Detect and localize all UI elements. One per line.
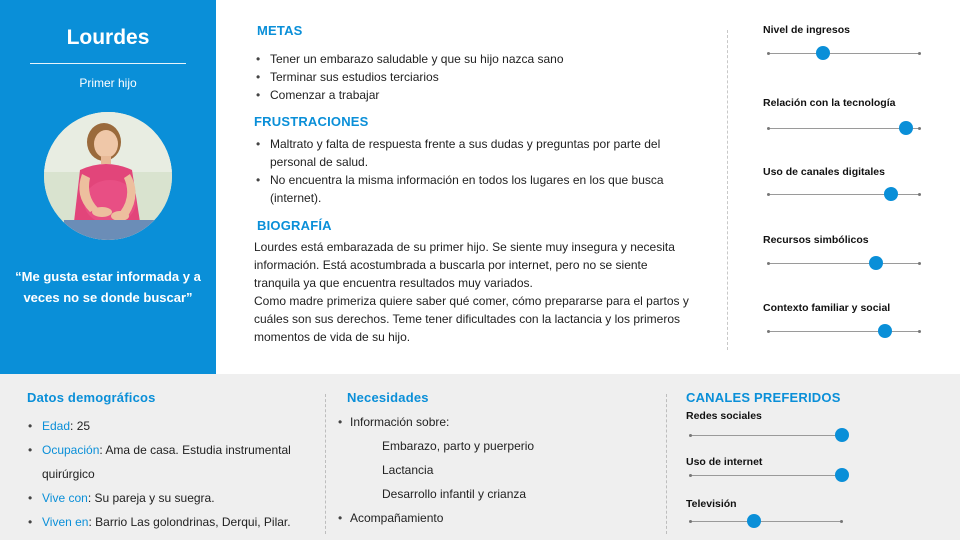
slider-label: Recursos simbólicos (763, 234, 869, 246)
list-item: Acompañamiento (338, 506, 638, 530)
necesidades-title: Necesidades (347, 390, 429, 405)
slider-knob[interactable] (746, 514, 761, 528)
slider-end-dot (918, 330, 921, 333)
persona-subtitle: Primer hijo (79, 76, 137, 90)
slider-knob[interactable] (868, 256, 883, 270)
slider-end-dot (767, 262, 770, 265)
demo-key: Edad (42, 419, 71, 433)
slider-knob[interactable] (899, 121, 914, 135)
slider-track (690, 475, 842, 476)
canales-title: CANALES PREFERIDOS (686, 390, 841, 405)
list-item: No encuentra la misma información en tod… (256, 171, 676, 207)
list-subitem: Embarazo, parto y puerperio (382, 439, 535, 453)
slider-end-dot (840, 520, 843, 523)
metas-list: Tener un embarazo saludable y que su hij… (256, 50, 696, 104)
demo-key: Vive con (42, 491, 88, 505)
persona-panel: Lourdes Primer hijo “Me gusta estar info… (0, 0, 216, 374)
persona-quote: “Me gusta estar informada y a veces no s… (15, 269, 201, 305)
slider-track (768, 263, 920, 264)
biografia-text: Lourdes está embarazada de su primer hij… (254, 238, 694, 346)
persona-name: Lourdes (66, 26, 150, 49)
slider-label: Relación con la tecnología (763, 97, 896, 109)
slider-label: Nivel de ingresos (763, 24, 850, 36)
list-subitem: Desarrollo infantil y crianza (382, 487, 527, 501)
demo-key: Ocupación (42, 443, 100, 457)
slider-label: Uso de canales digitales (763, 166, 885, 178)
frustraciones-title: FRUSTRACIONES (254, 114, 369, 129)
demograficos-title: Datos demográficos (27, 390, 156, 405)
metas-title: METAS (257, 23, 303, 38)
band-divider (325, 394, 326, 534)
slider-end-dot (918, 52, 921, 55)
list-item: Maltrato y falta de respuesta frente a s… (256, 135, 676, 171)
biografia-title: BIOGRAFÍA (257, 218, 332, 233)
demo-value: : Su pareja y su suegra. (87, 491, 215, 505)
slider-track (768, 53, 920, 54)
canal-label: Uso de internet (686, 456, 763, 468)
list-item: Información sobre: (338, 410, 638, 434)
biografia-paragraph: Como madre primeriza quiere saber qué co… (254, 294, 689, 344)
slider-end-dot (767, 127, 770, 130)
list-item: Tener un embarazo saludable y que su hij… (256, 50, 696, 68)
slider-end-dot (767, 330, 770, 333)
slider-end-dot (918, 127, 921, 130)
demo-key: Viven en (42, 515, 89, 529)
list-item: Terminar sus estudios terciarios (256, 68, 696, 86)
list-item: Viven en: Barrio Las golondrinas, Derqui… (28, 510, 318, 534)
column-divider (727, 30, 728, 350)
persona-divider (30, 63, 186, 64)
slider-track (690, 521, 842, 522)
frustraciones-list: Maltrato y falta de respuesta frente a s… (256, 135, 676, 207)
slider-knob[interactable] (878, 324, 893, 338)
list-item: Ocupación: Ama de casa. Estudia instrume… (28, 438, 318, 486)
list-item: Edad: 25 (28, 414, 318, 438)
pregnant-woman-illustration (44, 112, 172, 240)
slider-end-dot (767, 52, 770, 55)
band-divider (666, 394, 667, 534)
demo-value: : Barrio Las golondrinas, Derqui, Pilar. (88, 515, 291, 529)
necesidades-list: Información sobre: Embarazo, parto y pue… (338, 410, 638, 530)
slider-track (768, 128, 920, 129)
slider-knob[interactable] (884, 187, 899, 201)
list-item: Comenzar a trabajar (256, 86, 696, 104)
demograficos-list: Edad: 25 Ocupación: Ama de casa. Estudia… (28, 414, 318, 534)
canal-label: Redes sociales (686, 410, 762, 422)
canal-label: Televisión (686, 498, 737, 510)
list-subitem: Lactancia (382, 463, 434, 477)
slider-end-dot (767, 193, 770, 196)
slider-label: Contexto familiar y social (763, 302, 891, 314)
slider-end-dot (689, 434, 692, 437)
biografia-paragraph: Lourdes está embarazada de su primer hij… (254, 240, 675, 290)
list-item: Vive con: Su pareja y su suegra. (28, 486, 318, 510)
slider-knob[interactable] (815, 46, 830, 60)
slider-knob[interactable] (835, 428, 849, 442)
slider-end-dot (918, 262, 921, 265)
slider-end-dot (689, 520, 692, 523)
demo-value: : 25 (70, 419, 91, 433)
slider-track (768, 331, 920, 332)
slider-end-dot (689, 474, 692, 477)
persona-avatar (44, 112, 172, 240)
slider-knob[interactable] (835, 468, 849, 482)
slider-track (690, 435, 842, 436)
slider-end-dot (918, 193, 921, 196)
